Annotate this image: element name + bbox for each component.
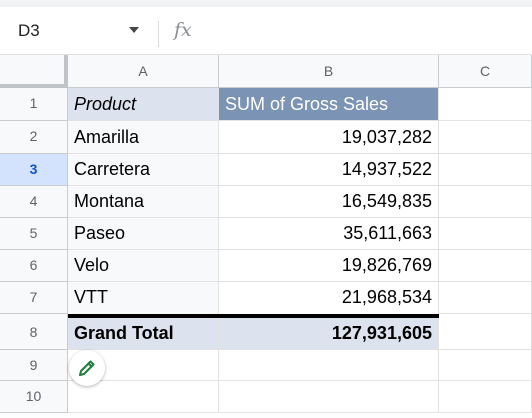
pivot-header-value[interactable]: SUM of Gross Sales: [219, 88, 439, 121]
pivot-row-value[interactable]: 21,968,534: [219, 282, 439, 314]
pivot-header-product[interactable]: Product: [68, 88, 219, 121]
pivot-row-label[interactable]: Amarilla: [68, 121, 219, 154]
row-header-4[interactable]: 4: [0, 186, 68, 218]
cell-c4[interactable]: [439, 186, 532, 218]
pivot-row-value[interactable]: 14,937,522: [219, 154, 439, 186]
pivot-row-label[interactable]: Velo: [68, 250, 219, 282]
grand-total-label[interactable]: Grand Total: [68, 318, 219, 350]
formula-bar: D3 fx: [0, 7, 532, 55]
row-header-3[interactable]: 3: [0, 154, 68, 186]
pencil-icon: [79, 360, 95, 376]
edit-pivot-button[interactable]: [69, 350, 105, 386]
cell-b9[interactable]: [219, 350, 439, 381]
row-header-5[interactable]: 5: [0, 218, 68, 250]
column-header-a[interactable]: A: [68, 55, 219, 88]
row-header-7[interactable]: 7: [0, 282, 68, 314]
row-header-8[interactable]: 8: [0, 314, 68, 350]
row-header-6[interactable]: 6: [0, 250, 68, 282]
pivot-row-value[interactable]: 35,611,663: [219, 218, 439, 250]
formula-bar-divider: [158, 21, 159, 47]
cell-b10[interactable]: [219, 381, 439, 413]
row-header-1[interactable]: 1: [0, 88, 68, 121]
column-header-b[interactable]: B: [219, 55, 439, 88]
pivot-row-value[interactable]: 16,549,835: [219, 186, 439, 218]
name-box[interactable]: D3: [18, 21, 40, 41]
pivot-row-value[interactable]: 19,037,282: [219, 121, 439, 154]
cell-c9[interactable]: [439, 350, 532, 381]
pivot-row-label[interactable]: Paseo: [68, 218, 219, 250]
cell-a10[interactable]: [68, 381, 219, 413]
cell-c5[interactable]: [439, 218, 532, 250]
row-header-10[interactable]: 10: [0, 381, 68, 413]
cell-c6[interactable]: [439, 250, 532, 282]
pivot-row-value[interactable]: 19,826,769: [219, 250, 439, 282]
cell-c1[interactable]: [439, 88, 532, 121]
select-all-corner[interactable]: [0, 55, 68, 88]
spreadsheet-grid: A B C 1 2 3 4 5 6 7 8 9 10 Product SUM o…: [0, 55, 532, 418]
chevron-down-icon[interactable]: [126, 22, 142, 38]
cell-c8[interactable]: [439, 314, 532, 350]
cell-c2[interactable]: [439, 121, 532, 154]
grand-total-value[interactable]: 127,931,605: [219, 318, 439, 350]
fx-icon: fx: [174, 19, 192, 41]
row-header-2[interactable]: 2: [0, 121, 68, 154]
cell-c10[interactable]: [439, 381, 532, 413]
pivot-row-label[interactable]: Montana: [68, 186, 219, 218]
cell-c3[interactable]: [439, 154, 532, 186]
row-header-9[interactable]: 9: [0, 350, 68, 381]
pivot-row-label[interactable]: VTT: [68, 282, 219, 314]
column-header-c[interactable]: C: [439, 55, 532, 88]
cell-c7[interactable]: [439, 282, 532, 314]
top-strip: [0, 0, 532, 7]
pivot-row-label[interactable]: Carretera: [68, 154, 219, 186]
